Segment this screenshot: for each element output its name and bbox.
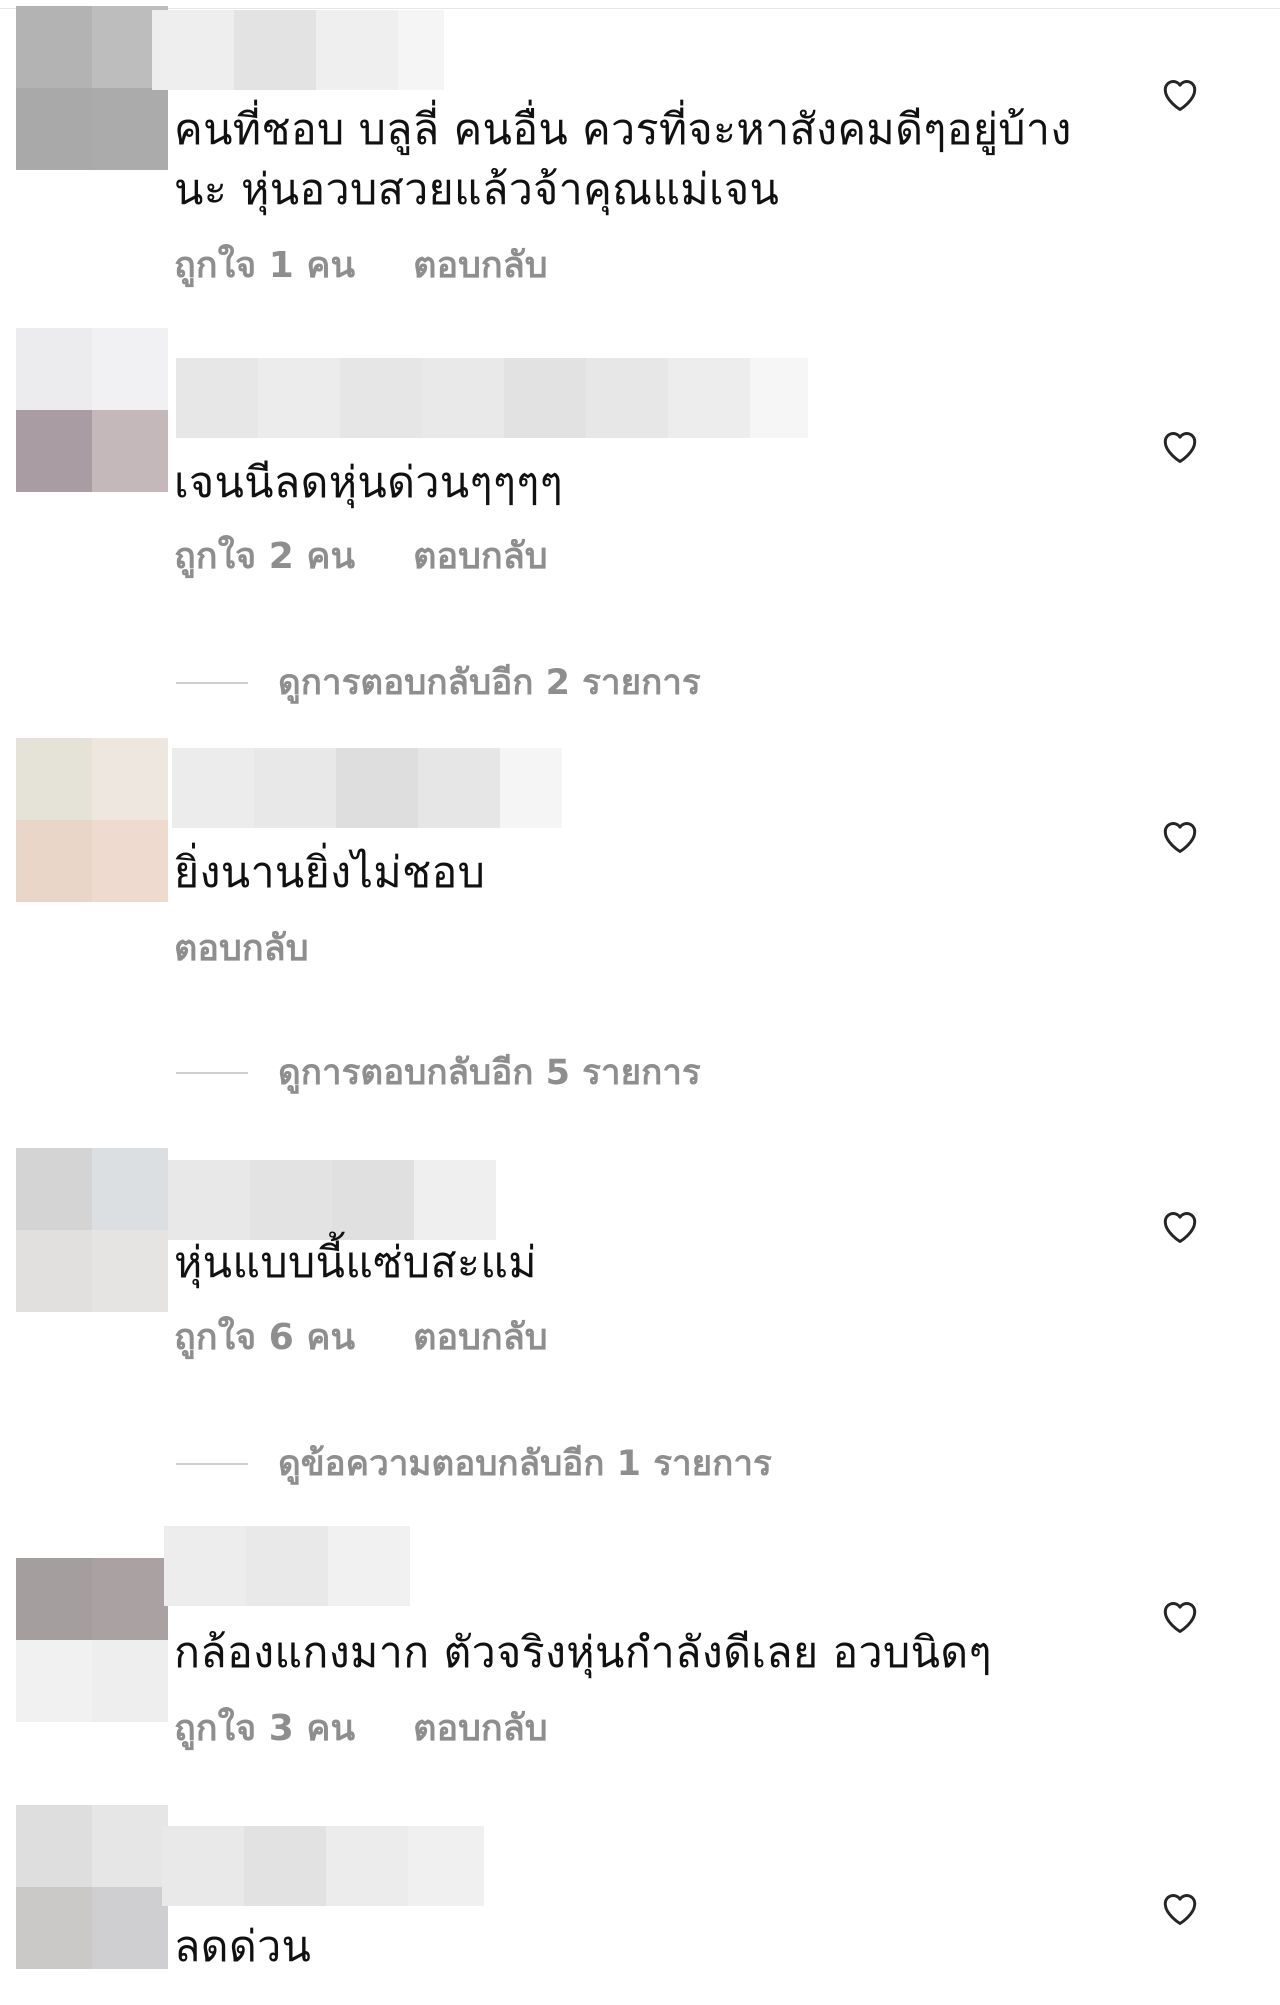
username[interactable]: [172, 748, 562, 828]
username-block: [414, 1160, 496, 1240]
avatar[interactable]: [16, 1805, 168, 1969]
reply-button[interactable]: ตอบกลับ: [413, 535, 548, 579]
username-block: [408, 1826, 484, 1906]
reply-button[interactable]: ตอบกลับ: [174, 927, 309, 971]
username-block: [258, 358, 340, 438]
avatar-block: [16, 1805, 92, 1887]
username[interactable]: [162, 1826, 484, 1906]
username-block: [162, 1826, 244, 1906]
username-block: [250, 1160, 332, 1240]
comment-meta: ถูกใจ 1 คน ตอบกลับ: [174, 244, 548, 288]
reply-button[interactable]: ตอบกลับ: [413, 1316, 548, 1360]
divider-dash: [176, 681, 248, 684]
avatar[interactable]: [16, 1558, 168, 1722]
username-block: [152, 10, 234, 90]
avatar-block: [16, 410, 92, 492]
username[interactable]: [164, 1526, 410, 1606]
divider-dash: [176, 1071, 248, 1074]
comment-meta: ถูกใจ 6 คน ตอบกลับ: [174, 1316, 548, 1360]
comment-text: กล้องแกงมาก ตัวจริงหุ่นกำลังดีเลย อวบนิด…: [174, 1628, 992, 1678]
avatar-block: [16, 1230, 92, 1312]
username-block: [168, 1160, 250, 1240]
username-block: [234, 10, 316, 90]
heart-icon[interactable]: [1160, 1208, 1200, 1244]
avatar-block: [16, 1148, 92, 1230]
avatar[interactable]: [16, 328, 168, 492]
avatar-block: [16, 738, 92, 820]
username-block: [164, 1526, 246, 1606]
username[interactable]: [152, 10, 444, 90]
comment-meta: ถูกใจ 3 คน ตอบกลับ: [174, 1707, 548, 1751]
like-count[interactable]: ถูกใจ 6 คน: [174, 1316, 355, 1360]
view-replies-label: ดูการตอบกลับอีก 2 รายการ: [278, 663, 701, 703]
view-replies-button[interactable]: ดูการตอบกลับอีก 5 รายการ: [176, 1045, 701, 1100]
username-block: [418, 748, 500, 828]
comment-meta: ตอบกลับ: [174, 927, 309, 971]
username-block: [176, 358, 258, 438]
avatar-block: [16, 820, 92, 902]
avatar[interactable]: [16, 738, 168, 902]
avatar-block: [92, 328, 168, 410]
divider-dash: [176, 1462, 248, 1465]
view-replies-button[interactable]: ดูข้อความตอบกลับอีก 1 รายการ: [176, 1436, 772, 1491]
avatar-block: [16, 88, 92, 170]
avatar-block: [16, 1640, 92, 1722]
view-replies-label: ดูการตอบกลับอีก 5 รายการ: [278, 1053, 701, 1093]
avatar-block: [16, 328, 92, 410]
username-block: [340, 358, 422, 438]
username-block: [336, 748, 418, 828]
avatar[interactable]: [16, 1148, 168, 1312]
comment-text: ลดด่วน: [174, 1922, 312, 1972]
avatar-block: [92, 738, 168, 820]
username-block: [332, 1160, 414, 1240]
username-block: [254, 748, 336, 828]
username-block: [316, 10, 398, 90]
username-block: [586, 358, 668, 438]
username-block: [422, 358, 504, 438]
avatar-block: [16, 1558, 92, 1640]
username-block: [326, 1826, 408, 1906]
avatar[interactable]: [16, 6, 168, 170]
username-block: [398, 10, 444, 90]
avatar-block: [92, 1230, 168, 1312]
avatar-block: [92, 1887, 168, 1969]
username-block: [504, 358, 586, 438]
avatar-block: [16, 1887, 92, 1969]
comment-meta: ถูกใจ 2 คน ตอบกลับ: [174, 535, 548, 579]
username-block: [244, 1826, 326, 1906]
heart-icon[interactable]: [1160, 1598, 1200, 1634]
heart-icon[interactable]: [1160, 1890, 1200, 1926]
username-block: [328, 1526, 410, 1606]
username-block: [172, 748, 254, 828]
avatar-block: [92, 1148, 168, 1230]
top-divider: [0, 8, 1280, 9]
avatar-block: [16, 6, 92, 88]
avatar-block: [92, 1558, 168, 1640]
view-replies-button[interactable]: ดูการตอบกลับอีก 2 รายการ: [176, 655, 701, 710]
view-replies-label: ดูข้อความตอบกลับอีก 1 รายการ: [278, 1444, 772, 1484]
heart-icon[interactable]: [1160, 76, 1200, 112]
username-block: [500, 748, 562, 828]
avatar-block: [92, 820, 168, 902]
comment-text: เจนนีลดหุ่นด่วนๆๆๆๆ: [174, 458, 564, 508]
like-count[interactable]: ถูกใจ 3 คน: [174, 1707, 355, 1751]
comment-text: คนที่ชอบ บลูลี่ คนอื่น ควรที่จะหาสังคมดี…: [174, 105, 1072, 215]
reply-button[interactable]: ตอบกลับ: [413, 244, 548, 288]
heart-icon[interactable]: [1160, 818, 1200, 854]
comment-text: หุ่นแบบนี้แซ่บสะแม่: [174, 1238, 537, 1288]
avatar-block: [92, 1805, 168, 1887]
heart-icon[interactable]: [1160, 428, 1200, 464]
username-block: [668, 358, 750, 438]
avatar-block: [92, 88, 168, 170]
username[interactable]: [176, 358, 808, 438]
avatar-block: [92, 410, 168, 492]
like-count[interactable]: ถูกใจ 1 คน: [174, 244, 355, 288]
username[interactable]: [168, 1160, 496, 1240]
comment-text: ยิ่งนานยิ่งไม่ชอบ: [174, 848, 486, 898]
username-block: [750, 358, 808, 438]
like-count[interactable]: ถูกใจ 2 คน: [174, 535, 355, 579]
username-block: [246, 1526, 328, 1606]
avatar-block: [92, 1640, 168, 1722]
reply-button[interactable]: ตอบกลับ: [413, 1707, 548, 1751]
